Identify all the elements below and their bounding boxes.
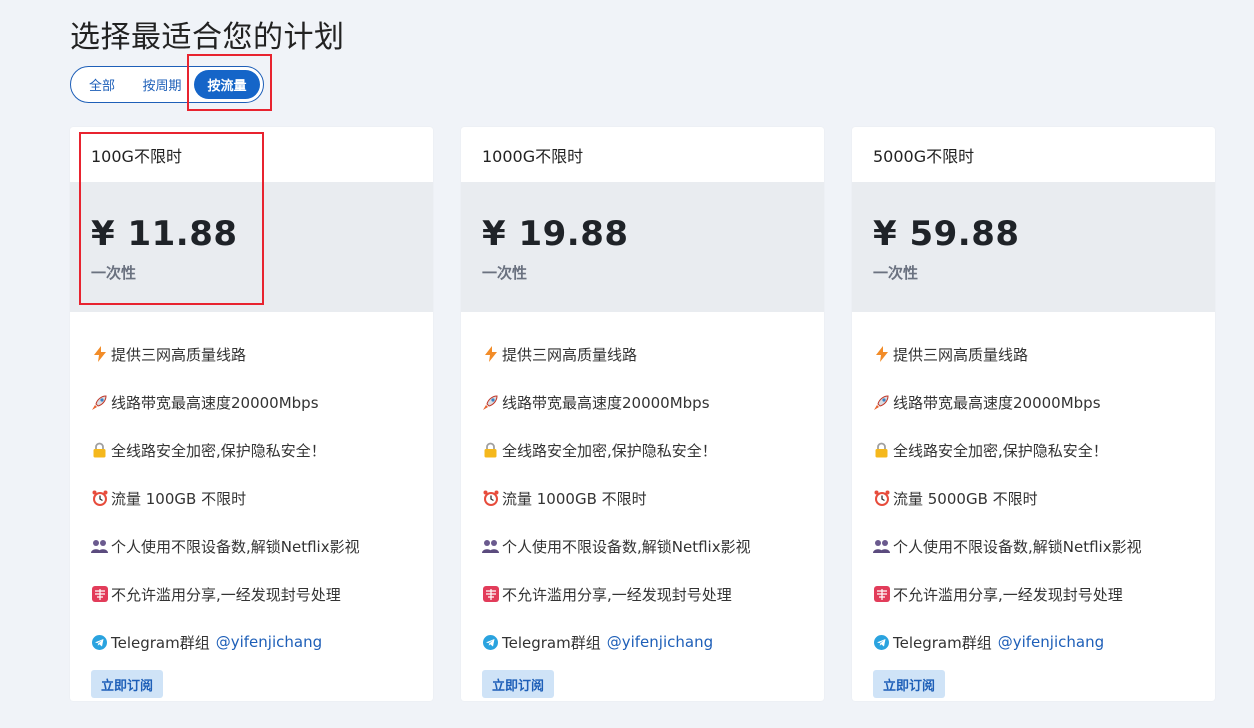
plan-card: 1000G不限时 ¥ 19.88 一次性 提供三网高质量线路 线路带宽最高速度2… [461,127,824,701]
subscribe-button[interactable]: 立即订阅 [91,670,163,698]
telegram-icon [91,634,108,651]
plan-price-note: 一次性 [91,264,137,282]
plan-features: 提供三网高质量线路 线路带宽最高速度20000Mbps 全线路安全加密,保护隐私… [461,312,824,666]
alarm-clock-icon [91,490,108,507]
filter-all-button[interactable]: 全部 [74,70,130,99]
forbidden-sign-icon [482,586,499,603]
forbidden-sign-icon [873,586,890,603]
plan-price-note: 一次性 [873,264,919,282]
rocket-icon [91,394,108,411]
subscribe-button[interactable]: 立即订阅 [873,670,945,698]
lock-icon [91,442,108,459]
lightning-icon [482,346,499,363]
plan-card: 5000G不限时 ¥ 59.88 一次性 提供三网高质量线路 线路带宽最高速度2… [852,127,1215,701]
telegram-row: Telegram群组 @yifenjichang [482,618,803,666]
lightning-icon [873,346,890,363]
plan-price: ¥ 11.88 [91,214,238,254]
people-icon [482,538,499,555]
plan-name: 5000G不限时 [873,146,975,166]
plan-name: 100G不限时 [91,146,182,166]
feature-item: 不允许滥用分享,一经发现封号处理 [91,570,412,618]
plan-price: ¥ 59.88 [873,214,1020,254]
plan-filter-group: 全部 按周期 按流量 [70,66,264,103]
feature-item: 全线路安全加密,保护隐私安全！ [482,426,803,474]
telegram-label: Telegram群组 [111,633,210,652]
plan-price-block: ¥ 19.88 一次性 [461,182,824,312]
lock-icon [482,442,499,459]
feature-item: 线路带宽最高速度20000Mbps [873,378,1194,426]
plan-name: 1000G不限时 [482,146,584,166]
feature-item: 个人使用不限设备数,解锁Netflix影视 [91,522,412,570]
telegram-row: Telegram群组 @yifenjichang [873,618,1194,666]
plan-list: 100G不限时 ¥ 11.88 一次性 提供三网高质量线路 线路带宽最高速度20… [70,127,1215,701]
plan-price-block: ¥ 59.88 一次性 [852,182,1215,312]
telegram-icon [482,634,499,651]
feature-item: 提供三网高质量线路 [873,330,1194,378]
subscribe-button[interactable]: 立即订阅 [482,670,554,698]
rocket-icon [482,394,499,411]
alarm-clock-icon [482,490,499,507]
telegram-row: Telegram群组 @yifenjichang [91,618,412,666]
feature-item: 流量 1000GB 不限时 [482,474,803,522]
lock-icon [873,442,890,459]
feature-item: 流量 5000GB 不限时 [873,474,1194,522]
feature-item: 全线路安全加密,保护隐私安全！ [91,426,412,474]
rocket-icon [873,394,890,411]
forbidden-sign-icon [91,586,108,603]
telegram-label: Telegram群组 [893,633,992,652]
telegram-link[interactable]: @yifenjichang [216,633,322,651]
telegram-label: Telegram群组 [502,633,601,652]
feature-item: 全线路安全加密,保护隐私安全！ [873,426,1194,474]
feature-item: 流量 100GB 不限时 [91,474,412,522]
page-title: 选择最适合您的计划 [70,20,345,55]
lightning-icon [91,346,108,363]
people-icon [91,538,108,555]
plan-features: 提供三网高质量线路 线路带宽最高速度20000Mbps 全线路安全加密,保护隐私… [852,312,1215,666]
feature-item: 线路带宽最高速度20000Mbps [91,378,412,426]
people-icon [873,538,890,555]
telegram-link[interactable]: @yifenjichang [607,633,713,651]
feature-item: 不允许滥用分享,一经发现封号处理 [873,570,1194,618]
telegram-icon [873,634,890,651]
alarm-clock-icon [873,490,890,507]
plan-features: 提供三网高质量线路 线路带宽最高速度20000Mbps 全线路安全加密,保护隐私… [70,312,433,666]
plan-price-note: 一次性 [482,264,528,282]
feature-item: 提供三网高质量线路 [91,330,412,378]
feature-item: 提供三网高质量线路 [482,330,803,378]
feature-item: 个人使用不限设备数,解锁Netflix影视 [482,522,803,570]
telegram-link[interactable]: @yifenjichang [998,633,1104,651]
feature-item: 个人使用不限设备数,解锁Netflix影视 [873,522,1194,570]
filter-period-button[interactable]: 按周期 [130,70,194,99]
plan-price-block: ¥ 11.88 一次性 [70,182,433,312]
feature-item: 线路带宽最高速度20000Mbps [482,378,803,426]
plan-price: ¥ 19.88 [482,214,629,254]
filter-traffic-button[interactable]: 按流量 [194,70,260,99]
feature-item: 不允许滥用分享,一经发现封号处理 [482,570,803,618]
plan-card: 100G不限时 ¥ 11.88 一次性 提供三网高质量线路 线路带宽最高速度20… [70,127,433,701]
